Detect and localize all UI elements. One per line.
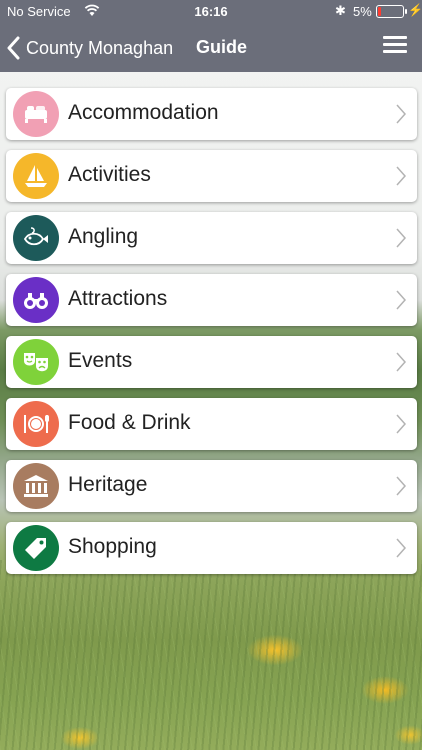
- price-tag-icon: [13, 525, 59, 571]
- category-row-heritage[interactable]: Heritage: [6, 460, 417, 512]
- page-title: Guide: [196, 37, 248, 57]
- chevron-right-icon: [396, 476, 407, 496]
- category-row-food-drink[interactable]: Food & Drink: [6, 398, 417, 450]
- chevron-left-icon: [7, 36, 20, 60]
- battery-fill: [378, 7, 381, 16]
- battery-icon: [376, 5, 407, 18]
- battery-percent: 5%: [353, 4, 372, 19]
- bed-icon: [13, 91, 59, 137]
- category-row-accommodation[interactable]: Accommodation: [6, 88, 417, 140]
- category-label: Attractions: [68, 287, 168, 310]
- chevron-right-icon: [396, 290, 407, 310]
- top-bar: No Service 16:16 ✱ 5% ⚡ County Monaghan …: [0, 0, 422, 72]
- chevron-right-icon: [396, 166, 407, 186]
- chevron-right-icon: [396, 352, 407, 372]
- chevron-right-icon: [396, 228, 407, 248]
- fish-icon: [13, 215, 59, 261]
- category-label: Accommodation: [68, 101, 219, 124]
- category-row-shopping[interactable]: Shopping: [6, 522, 417, 574]
- category-label: Angling: [68, 225, 139, 248]
- category-label: Heritage: [68, 473, 148, 496]
- category-row-angling[interactable]: Angling: [6, 212, 417, 264]
- back-label: County Monaghan: [26, 37, 174, 58]
- theatre-masks-icon: [13, 339, 59, 385]
- museum-icon: [13, 463, 59, 509]
- category-row-events[interactable]: Events: [6, 336, 417, 388]
- nav-header: County Monaghan Guide: [0, 24, 422, 72]
- bluetooth-icon: ✱: [335, 3, 346, 18]
- chevron-right-icon: [396, 104, 407, 124]
- back-button[interactable]: County Monaghan: [6, 28, 173, 68]
- plate-cutlery-icon: [13, 401, 59, 447]
- background-grass: [0, 560, 422, 750]
- sailboat-icon: [13, 153, 59, 199]
- charging-icon: ⚡: [408, 3, 422, 17]
- category-row-attractions[interactable]: Attractions: [6, 274, 417, 326]
- category-list: Accommodation Activities Angling Attract…: [6, 88, 417, 584]
- category-row-activities[interactable]: Activities: [6, 150, 417, 202]
- category-label: Food & Drink: [68, 411, 191, 434]
- chevron-right-icon: [396, 414, 407, 434]
- category-label: Activities: [68, 163, 151, 186]
- binoculars-icon: [13, 277, 59, 323]
- hamburger-menu-button[interactable]: [383, 36, 407, 58]
- chevron-right-icon: [396, 538, 407, 558]
- category-label: Shopping: [68, 535, 157, 558]
- status-bar: No Service 16:16 ✱ 5% ⚡: [0, 0, 422, 24]
- category-label: Events: [68, 349, 133, 372]
